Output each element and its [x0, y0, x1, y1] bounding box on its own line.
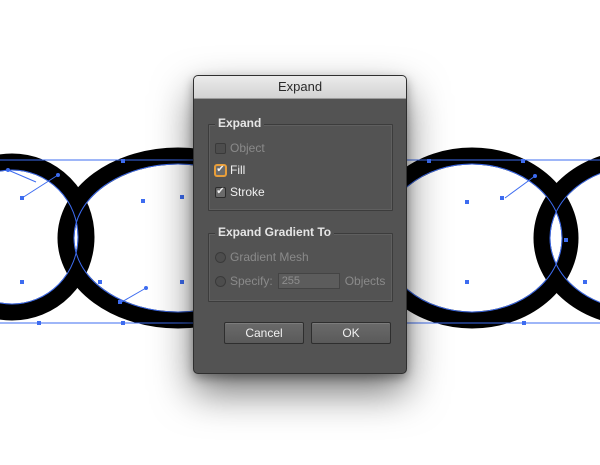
specify-radio-row: Specify: 255 Objects — [215, 273, 385, 289]
anchor-point[interactable] — [20, 196, 24, 200]
gradient-mesh-radio — [215, 251, 226, 263]
gradient-group-legend: Expand Gradient To — [215, 225, 335, 239]
expand-gradient-group: Expand Gradient To Gradient Mesh Specify… — [208, 225, 393, 302]
anchor-point[interactable] — [121, 159, 125, 163]
anchor-point[interactable] — [180, 195, 184, 199]
ok-button[interactable]: OK — [311, 322, 391, 344]
anchor-point[interactable] — [583, 280, 587, 284]
handle-point[interactable] — [56, 173, 60, 177]
anchor-point[interactable] — [465, 200, 469, 204]
anchor-point[interactable] — [180, 280, 184, 284]
anchor-point[interactable] — [465, 280, 469, 284]
checkmark-icon: ✔ — [216, 164, 225, 175]
gradient-mesh-radio-row: Gradient Mesh — [215, 249, 309, 265]
anchor-point[interactable] — [564, 238, 568, 242]
checkmark-icon: ✔ — [216, 186, 225, 197]
anchor-point[interactable] — [427, 159, 431, 163]
expand-group-legend: Expand — [215, 116, 265, 130]
specify-objects-input: 255 — [277, 273, 340, 289]
stroke-checkbox[interactable]: ✔ — [215, 186, 226, 198]
anchor-point[interactable] — [141, 199, 145, 203]
expand-options-group: Expand Object ✔ Fill ✔ Stroke — [208, 116, 393, 211]
object-checkbox — [215, 142, 226, 154]
anchor-point[interactable] — [500, 196, 504, 200]
fill-label[interactable]: Fill — [230, 163, 245, 177]
anchor-point[interactable] — [522, 321, 526, 325]
gradient-mesh-label: Gradient Mesh — [230, 250, 309, 264]
dialog-title: Expand — [277, 79, 323, 94]
fill-checkbox[interactable]: ✔ — [215, 164, 226, 176]
handle-point[interactable] — [6, 168, 10, 172]
anchor-point[interactable] — [521, 159, 525, 163]
stroke-checkbox-row[interactable]: ✔ Stroke — [215, 184, 265, 200]
specify-radio — [215, 275, 226, 287]
anchor-point[interactable] — [20, 280, 24, 284]
handle-point[interactable] — [144, 286, 148, 290]
object-checkbox-row: Object — [215, 140, 265, 156]
anchor-point[interactable] — [98, 280, 102, 284]
anchor-point[interactable] — [118, 300, 122, 304]
specify-label: Specify: — [230, 274, 273, 288]
anchor-point[interactable] — [121, 321, 125, 325]
dialog-titlebar[interactable]: Expand — [194, 76, 406, 99]
object-label: Object — [230, 141, 265, 155]
anchor-point[interactable] — [37, 321, 41, 325]
cancel-button[interactable]: Cancel — [224, 322, 304, 344]
handle-line-3 — [504, 175, 536, 199]
fill-checkbox-row[interactable]: ✔ Fill — [215, 162, 245, 178]
handle-point[interactable] — [533, 174, 537, 178]
stroke-label[interactable]: Stroke — [230, 185, 265, 199]
objects-label: Objects — [344, 274, 386, 288]
handle-line-2 — [119, 287, 147, 304]
expand-dialog: Expand Expand Object ✔ Fill ✔ Stroke Exp… — [193, 75, 407, 374]
